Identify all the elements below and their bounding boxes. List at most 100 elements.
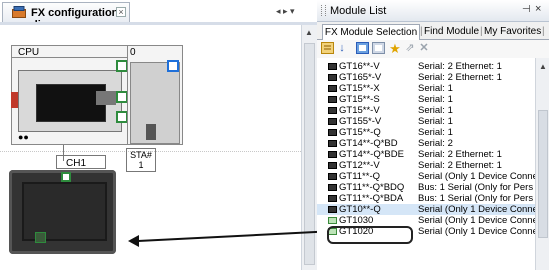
module-icon (328, 162, 337, 169)
list-item[interactable]: GT14**-Q*BD Serial: 2 (317, 138, 535, 149)
list-item[interactable]: GT15**-V Serial: 1 (317, 105, 535, 116)
module-description: Bus: 1 Serial (Only for Pers (418, 182, 534, 193)
module-model: GT11**-Q (339, 171, 381, 182)
module-list-title: Module List (330, 5, 387, 17)
module-model: GT12**-V (339, 160, 380, 171)
tab-my-favorites[interactable]: My Favorites (484, 24, 541, 40)
module-description: Serial: 1 (418, 116, 453, 127)
list-item[interactable]: GT165*-V Serial: 2 Ethernet: 1 (317, 72, 535, 83)
expansion-port-icon[interactable] (167, 60, 179, 72)
expand-icon[interactable] (355, 42, 369, 55)
module-description: Serial: 2 Ethernet: 1 (418, 61, 502, 72)
module-description: Serial: 2 Ethernet: 1 (418, 149, 502, 160)
plc-cpu-label: CPU (18, 47, 40, 58)
module-icon (328, 151, 337, 158)
close-tab-icon[interactable]: × (116, 7, 126, 17)
module-model: GT10**-Q (339, 204, 381, 215)
module-icon (328, 118, 337, 125)
module-connector (146, 124, 156, 140)
list-item[interactable]: GT1030 Serial (Only 1 Device Conne (317, 215, 535, 226)
tab-find-module[interactable]: Find Module (424, 24, 479, 40)
module-model: GT15**-X (339, 83, 380, 94)
list-item[interactable]: GT155*-V Serial: 1 (317, 116, 535, 127)
diagram-icon (12, 6, 26, 18)
module-description: Serial: 1 (418, 83, 453, 94)
module-icon (328, 140, 337, 147)
tab-navigation-arrows[interactable]: ◂ ▸ ▾ (276, 6, 295, 17)
hmi-connection-port-icon[interactable] (61, 172, 71, 182)
module-model: GT15**-Q (339, 127, 381, 138)
module-icon (328, 206, 337, 213)
module-description: Serial (Only 1 Device Conne (418, 204, 535, 215)
plc-red-indicator (11, 92, 18, 108)
module-icon (328, 217, 337, 224)
tab-separator: | (480, 26, 483, 37)
station-number: 1 (138, 160, 144, 170)
plc-io-ports (96, 91, 116, 105)
slot-number-label: 0 (130, 47, 136, 58)
module-description: Bus: 1 Serial (Only for Pers (418, 193, 534, 204)
sort-icon[interactable]: ↓ (335, 42, 349, 55)
module-description: Serial: 2 (418, 138, 453, 149)
drag-arrow-head-icon (128, 235, 139, 247)
pin-icon[interactable]: ⊣ (522, 4, 531, 15)
drag-grip-icon[interactable] (321, 5, 326, 16)
list-item[interactable]: GT16**-V Serial: 2 Ethernet: 1 (317, 61, 535, 72)
tab-fx-module-selection[interactable]: FX Module Selection (322, 24, 420, 41)
hmi-port-icon (35, 232, 46, 243)
module-model: GT14**-Q*BD (339, 138, 398, 149)
module-description: Serial (Only 1 Device Conne (418, 226, 535, 237)
module-icon (328, 85, 337, 92)
module-model: GT16**-V (339, 61, 380, 72)
module-model: GT15**-V (339, 105, 380, 116)
module-description: Serial: 1 (418, 127, 453, 138)
list-item[interactable]: GT11**-Q Serial (Only 1 Device Conne (317, 171, 535, 182)
scroll-up-icon[interactable]: ▲ (539, 62, 547, 71)
scroll-thumb[interactable] (538, 110, 548, 238)
scroll-up-icon[interactable]: ▲ (305, 28, 313, 37)
selection-highlight-outline (327, 226, 413, 244)
module-icon (328, 195, 337, 202)
module-model: GT165*-V (339, 72, 382, 83)
list-item[interactable]: GT12**-V Serial: 2 Ethernet: 1 (317, 160, 535, 171)
module-description: Serial: 2 Ethernet: 1 (418, 72, 502, 83)
module-description: Serial: 2 Ethernet: 1 (418, 160, 502, 171)
module-icon (328, 96, 337, 103)
module-model: GT11**-Q*BDA (339, 193, 404, 204)
module-model: GT14**-Q*BDE (339, 149, 404, 160)
module-description: Serial (Only 1 Device Conne (418, 171, 535, 182)
module-model: GT11**-Q*BDQ (339, 182, 405, 193)
favorite-star-icon[interactable]: ★ (388, 42, 402, 55)
add-favorite-icon[interactable]: ⇗ (403, 42, 417, 55)
tab-separator: | (420, 26, 423, 37)
list-item[interactable]: GT15**-X Serial: 1 (317, 83, 535, 94)
delete-icon[interactable]: ✕ (417, 42, 431, 55)
list-item-selected[interactable]: GT10**-Q Serial (Only 1 Device Conne (317, 204, 535, 215)
tab-fx-configuration-diagram[interactable]: FX configuration diagram × (2, 2, 130, 31)
module-model: GT1030 (339, 215, 374, 226)
module-description: Serial (Only 1 Device Conne (418, 215, 535, 226)
close-icon[interactable]: × (535, 3, 541, 15)
module-icon (328, 129, 337, 136)
module-description: Serial: 1 (418, 94, 453, 105)
list-item[interactable]: GT15**-Q Serial: 1 (317, 127, 535, 138)
list-item[interactable]: GT11**-Q*BDA Bus: 1 Serial (Only for Pers (317, 193, 535, 204)
module-list-scrollbar[interactable]: ▲ (535, 58, 549, 270)
list-item[interactable]: GT14**-Q*BDE Serial: 2 Ethernet: 1 (317, 149, 535, 160)
module-model: GT15**-S (339, 94, 380, 105)
module-model: GT155*-V (339, 116, 382, 127)
list-item[interactable]: GT15**-S Serial: 1 (317, 94, 535, 105)
list-item[interactable]: GT11**-Q*BDQ Bus: 1 Serial (Only for Pers (317, 182, 535, 193)
module-icon (328, 74, 337, 81)
plc-header-divider (11, 57, 128, 68)
station-label-text: STA# (130, 150, 152, 160)
module-icon (328, 107, 337, 114)
module-description: Serial: 1 (418, 105, 453, 116)
module-icon (328, 173, 337, 180)
category-view-icon[interactable] (320, 42, 334, 55)
station-label: STA# 1 (126, 150, 156, 170)
collapse-icon[interactable] (371, 42, 385, 55)
module-icon (328, 184, 337, 191)
plc-status-leds: ●● (18, 132, 29, 142)
channel-label: CH1 (66, 158, 87, 169)
